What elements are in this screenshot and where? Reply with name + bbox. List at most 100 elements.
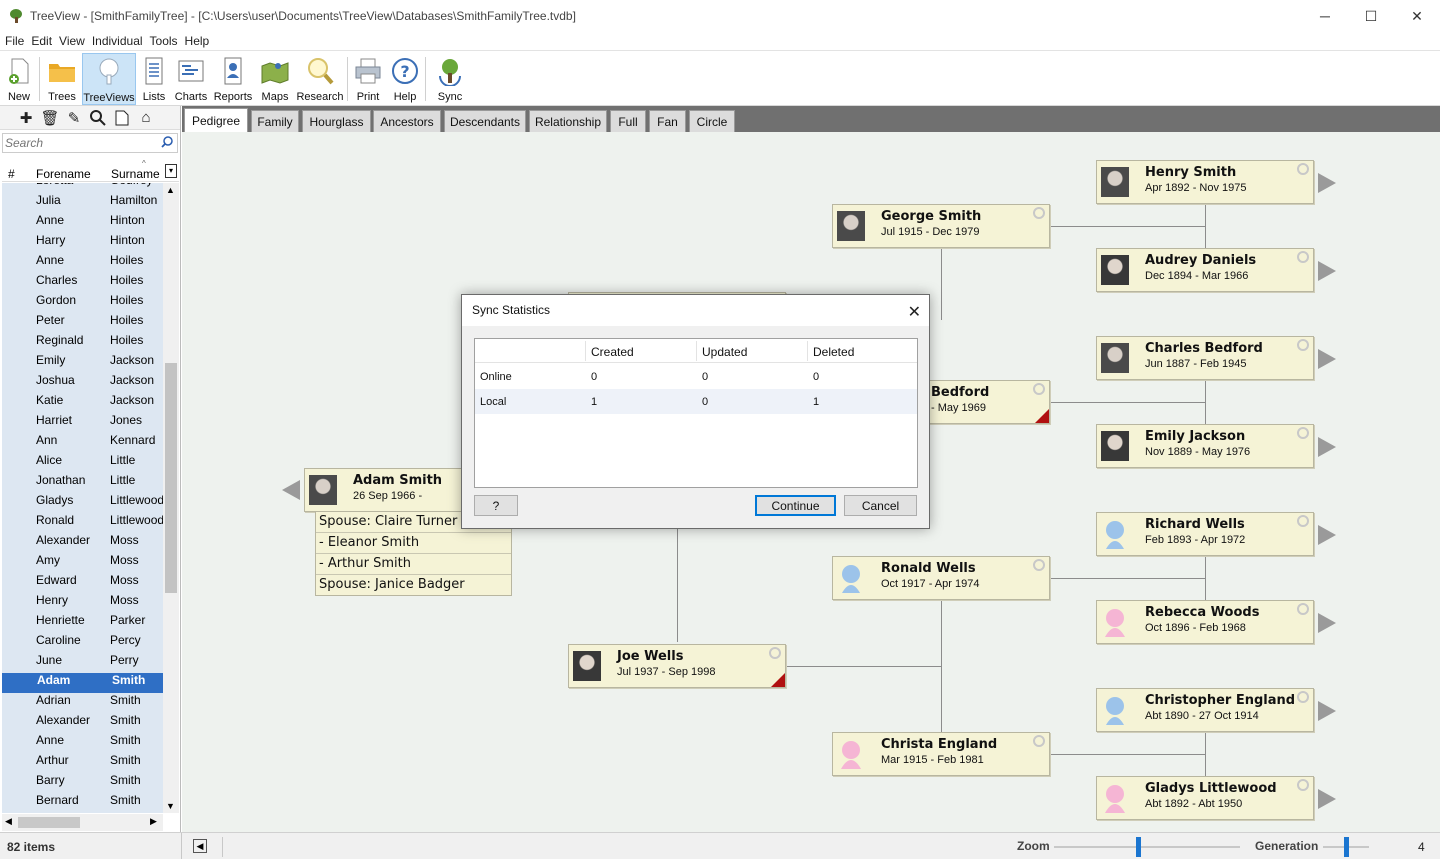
person-card-christa-england[interactable]: Christa England Mar 1915 - Feb 1981 [832,732,1050,776]
grid-row-online[interactable]: Online 0 0 0 [475,364,917,389]
magnifier-icon[interactable] [1033,735,1045,747]
list-item[interactable]: Arthur Smith [2,753,163,773]
magnifier-icon[interactable] [1297,427,1309,439]
person-card-george-smith[interactable]: George Smith Jul 1915 - Dec 1979 [832,204,1050,248]
magnifier-icon[interactable] [1297,779,1309,791]
tab-pedigree[interactable]: Pedigree [184,108,248,132]
list-vertical-scrollbar[interactable]: ▲ ▼ [163,183,179,813]
list-item[interactable]: Henry Moss [2,593,163,613]
list-item[interactable]: Adrian Smith [2,693,163,713]
expand-right-arrow[interactable] [1318,701,1336,721]
list-item[interactable]: Barry Smith [2,773,163,793]
magnifier-icon[interactable] [1033,383,1045,395]
col-header-deleted[interactable]: Deleted [813,345,854,359]
search-field-icon[interactable] [161,136,173,151]
magnifier-icon[interactable] [1297,339,1309,351]
person-card-henry-smith[interactable]: Henry Smith Apr 1892 - Nov 1975 [1096,160,1314,204]
col-header-forename[interactable]: Forename [36,167,91,181]
grid-row-local[interactable]: Local 1 0 1 [475,389,917,414]
list-item[interactable]: Alice Little [2,453,163,473]
list-item[interactable]: Anne Hoiles [2,253,163,273]
col-header-surname[interactable]: Surname [111,167,160,181]
person-card-bedford[interactable]: Bedford - May 1969 [922,380,1050,424]
list-hscroll-thumb[interactable] [18,817,80,828]
person-card-joe-wells[interactable]: Joe Wells Jul 1937 - Sep 1998 [568,644,786,688]
add-icon[interactable]: ✚ [16,108,36,128]
trees-button[interactable]: Trees [43,53,81,105]
menu-individual[interactable]: Individual [89,34,146,48]
zoom-slider-thumb[interactable] [1136,837,1141,857]
tab-family[interactable]: Family [251,110,299,132]
list-item[interactable]: Reginald Hoiles [2,333,163,353]
col-header-updated[interactable]: Updated [702,345,747,359]
close-window-button[interactable]: ✕ [1394,0,1440,32]
magnifier-icon[interactable] [1033,559,1045,571]
expand-right-arrow[interactable] [1318,525,1336,545]
list-item[interactable]: Caroline Percy [2,633,163,653]
list-item[interactable]: Amy Moss [2,553,163,573]
expand-right-arrow[interactable] [1318,437,1336,457]
list-item[interactable]: Jonathan Little [2,473,163,493]
scroll-right-icon[interactable]: ▶ [150,816,157,827]
list-item[interactable]: June Perry [2,653,163,673]
tab-fan[interactable]: Fan [649,110,686,132]
list-scroll-thumb[interactable] [165,363,177,593]
magnifier-icon[interactable] [1297,163,1309,175]
list-item[interactable]: Joshua Jackson [2,373,163,393]
treeviews-button[interactable]: TreeViews [82,53,136,105]
scroll-left-icon[interactable]: ◀ [5,816,12,827]
reports-button[interactable]: Reports [211,53,255,105]
list-item[interactable]: Adam Smith [2,673,163,693]
maximize-button[interactable]: ☐ [1348,0,1394,32]
list-item[interactable]: Anne Hinton [2,213,163,233]
person-card-richard-wells[interactable]: Richard Wells Feb 1893 - Apr 1972 [1096,512,1314,556]
expand-right-arrow[interactable] [1318,261,1336,281]
expand-right-arrow[interactable] [1318,613,1336,633]
list-item[interactable]: Bernard Smith [2,793,163,813]
list-item[interactable]: Julia Hamilton [2,193,163,213]
menu-edit[interactable]: Edit [28,34,55,48]
list-item[interactable]: Loretta Godfrey [2,183,163,193]
charts-button[interactable]: Charts [173,53,209,105]
print-button[interactable]: Print [352,53,384,105]
list-item[interactable]: Katie Jackson [2,393,163,413]
person-card-emily-jackson[interactable]: Emily Jackson Nov 1889 - May 1976 [1096,424,1314,468]
list-item[interactable]: Peter Hoiles [2,313,163,333]
sync-button[interactable]: Sync [432,53,468,105]
list-horizontal-scrollbar[interactable]: ◀ ▶ [2,814,163,831]
tab-ancestors[interactable]: Ancestors [373,110,441,132]
lists-button[interactable]: Lists [140,53,168,105]
list-item[interactable]: Harry Hinton [2,233,163,253]
tab-descendants[interactable]: Descendants [444,110,526,132]
menu-tools[interactable]: Tools [147,34,181,48]
tab-hourglass[interactable]: Hourglass [302,110,371,132]
dialog-close-button[interactable]: ✕ [908,302,921,322]
warning-flag-icon[interactable] [1035,409,1049,423]
warning-flag-icon[interactable] [771,673,785,687]
col-header-created[interactable]: Created [591,345,634,359]
expand-right-arrow[interactable] [1318,173,1336,193]
scroll-up-icon[interactable]: ▲ [166,185,175,195]
person-card-gladys-littlewood[interactable]: Gladys Littlewood Abt 1892 - Abt 1950 [1096,776,1314,820]
list-item[interactable]: Anne Smith [2,733,163,753]
home-icon[interactable]: ⌂ [136,108,156,128]
child-row[interactable]: - Arthur Smith [316,554,511,575]
expand-left-arrow[interactable] [282,480,300,500]
person-card-ronald-wells[interactable]: Ronald Wells Oct 1917 - Apr 1974 [832,556,1050,600]
list-item[interactable]: Harriet Jones [2,413,163,433]
list-item[interactable]: Charles Hoiles [2,273,163,293]
pdf-icon[interactable] [112,108,132,128]
expand-right-arrow[interactable] [1318,349,1336,369]
maps-button[interactable]: Maps [258,53,292,105]
list-item[interactable]: Gordon Hoiles [2,293,163,313]
scroll-down-icon[interactable]: ▼ [166,801,175,811]
zoom-slider[interactable] [1054,846,1240,848]
new-button[interactable]: New [3,53,35,105]
list-item[interactable]: Emily Jackson [2,353,163,373]
list-item[interactable]: Alexander Smith [2,713,163,733]
person-card-charles-bedford[interactable]: Charles Bedford Jun 1887 - Feb 1945 [1096,336,1314,380]
menu-file[interactable]: File [2,34,27,48]
list-item[interactable]: Ann Kennard [2,433,163,453]
back-arrow-icon[interactable]: ◀ [193,839,207,853]
child-row[interactable]: - Eleanor Smith [316,533,511,554]
